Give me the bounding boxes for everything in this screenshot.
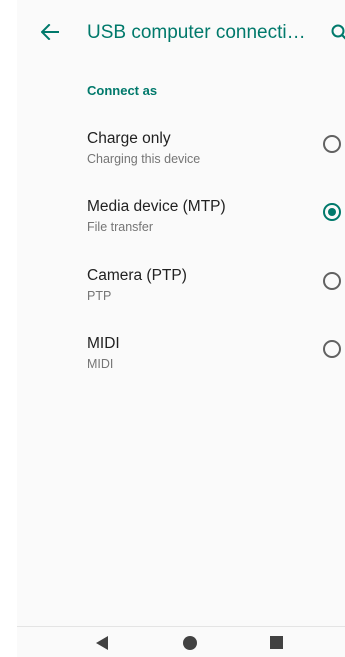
settings-content: Connect as Charge only Charging this dev… <box>17 64 345 626</box>
option-subtitle: PTP <box>87 289 112 303</box>
usb-connection-screen: USB computer connecti… Connect as Charge… <box>0 0 345 657</box>
nav-back-triangle-icon[interactable] <box>96 636 108 650</box>
nav-recents-square-icon[interactable] <box>270 636 283 649</box>
option-title: Media device (MTP) <box>87 198 226 215</box>
option-subtitle: MIDI <box>87 357 114 371</box>
page-title: USB computer connecti… <box>87 22 306 43</box>
back-button[interactable] <box>37 17 63 47</box>
radio-button-charge-only[interactable] <box>323 135 341 153</box>
search-button[interactable] <box>329 20 345 44</box>
radio-button-camera-ptp[interactable] <box>323 272 341 290</box>
option-midi[interactable]: MIDI MIDI <box>17 327 345 397</box>
option-media-device[interactable]: Media device (MTP) File transfer <box>17 190 345 260</box>
section-header-connect-as: Connect as <box>87 83 158 98</box>
radio-button-media-device[interactable] <box>323 203 341 221</box>
option-charge-only[interactable]: Charge only Charging this device <box>17 122 345 192</box>
option-camera-ptp[interactable]: Camera (PTP) PTP <box>17 259 345 329</box>
arrow-left-icon <box>41 24 59 40</box>
option-subtitle: Charging this device <box>87 152 201 166</box>
left-edge <box>0 0 17 626</box>
nav-home-circle-icon[interactable] <box>183 636 197 650</box>
app-bar: USB computer connecti… <box>17 0 345 65</box>
option-title: Charge only <box>87 130 171 147</box>
option-title: Camera (PTP) <box>87 267 187 284</box>
system-nav-bar <box>17 626 345 657</box>
search-icon <box>331 24 345 40</box>
option-title: MIDI <box>87 335 120 352</box>
option-subtitle: File transfer <box>87 220 153 234</box>
radio-button-midi[interactable] <box>323 340 341 358</box>
